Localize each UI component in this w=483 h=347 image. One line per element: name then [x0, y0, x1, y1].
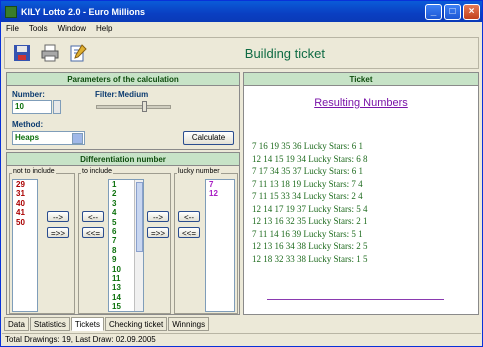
- add-lucky-all-button[interactable]: =>>: [147, 227, 169, 238]
- move-right-button[interactable]: -->: [47, 211, 69, 222]
- number-input[interactable]: 10: [12, 100, 52, 114]
- tab-winnings[interactable]: Winnings: [168, 317, 210, 331]
- to-include-list[interactable]: 1 2 3 4 5 6 7 8 9 10 11 13 14 15 16 17: [108, 179, 144, 312]
- close-button[interactable]: ×: [463, 3, 480, 20]
- menu-bar: File Tools Window Help: [1, 22, 482, 35]
- page-heading: Building ticket: [244, 45, 325, 61]
- method-value: Heaps: [15, 133, 40, 142]
- result-line: 12 13 16 32 35 Lucky Stars: 2 1: [252, 216, 368, 226]
- menu-window[interactable]: Window: [58, 24, 86, 33]
- tab-statistics[interactable]: Statistics: [29, 317, 70, 331]
- tab-tickets[interactable]: Tickets: [70, 317, 104, 331]
- to-include-group: to include <-- <<= 1 2 3 4 5 6 7 8 9 10 …: [78, 168, 171, 314]
- list-item[interactable]: 41: [16, 208, 37, 217]
- number-spinner[interactable]: [53, 100, 61, 114]
- list-item[interactable]: 50: [16, 218, 37, 227]
- window-title: KILY Lotto 2.0 - Euro Millions: [21, 6, 146, 17]
- list-item[interactable]: 29: [16, 180, 37, 189]
- move-left-button[interactable]: <--: [82, 211, 104, 222]
- number-label: Number:: [12, 90, 45, 99]
- add-lucky-button[interactable]: -->: [147, 211, 169, 222]
- status-bar: Total Drawings: 19, Last Draw: 02.09.200…: [2, 333, 481, 346]
- list-item[interactable]: 7: [209, 180, 234, 189]
- result-divider: [267, 299, 444, 300]
- minimize-button[interactable]: _: [425, 3, 442, 20]
- result-line: 12 14 17 19 37 Lucky Stars: 5 4: [252, 203, 368, 214]
- to-include-scrollbar[interactable]: [134, 180, 143, 311]
- move-left-all-button[interactable]: <<=: [82, 227, 104, 238]
- result-line: 12 14 15 19 34 Lucky Stars: 6 8: [252, 153, 368, 164]
- lucky-list[interactable]: 7 12: [205, 179, 235, 312]
- menu-file[interactable]: File: [6, 24, 19, 33]
- result-line: 7 11 14 16 39 Lucky Stars: 5 1: [252, 228, 363, 239]
- remove-lucky-button[interactable]: <--: [178, 211, 200, 222]
- method-select[interactable]: Heaps: [12, 131, 85, 145]
- app-window: KILY Lotto 2.0 - Euro Millions _ □ × Fil…: [0, 0, 483, 347]
- maximize-button[interactable]: □: [444, 3, 461, 20]
- result-line: 12 13 16 34 38 Lucky Stars: 2 5: [252, 241, 368, 251]
- parameters-panel: Parameters of the calculation Number: 10…: [6, 72, 240, 150]
- not-include-list[interactable]: 29 31 40 41 50: [12, 179, 38, 312]
- lucky-label: lucky number: [177, 168, 221, 175]
- filter-value: Medium: [118, 90, 149, 99]
- print-icon[interactable]: [39, 42, 61, 64]
- list-item[interactable]: 40: [16, 199, 37, 208]
- title-bar[interactable]: KILY Lotto 2.0 - Euro Millions _ □ ×: [1, 1, 482, 22]
- differentiation-title: Differentiation number: [7, 153, 239, 166]
- parameters-title: Parameters of the calculation: [7, 73, 239, 86]
- move-right-all-button[interactable]: =>>: [47, 227, 69, 238]
- tab-bar: Data Statistics Tickets Checking ticket …: [4, 317, 210, 331]
- filter-slider-track[interactable]: [96, 105, 171, 109]
- lucky-group: lucky number <-- <<= 7 12: [174, 168, 238, 314]
- list-item[interactable]: 12: [209, 189, 234, 198]
- tab-checking-ticket[interactable]: Checking ticket: [104, 317, 168, 331]
- edit-icon[interactable]: [67, 42, 89, 64]
- not-include-group: not to include 29 31 40 41 50 --> =>>: [9, 168, 75, 314]
- method-label: Method:: [12, 120, 44, 129]
- result-line: 12 18 32 33 38 Lucky Stars: 1 5: [252, 253, 368, 264]
- tab-data[interactable]: Data: [4, 317, 29, 331]
- remove-lucky-all-button[interactable]: <<=: [178, 227, 200, 238]
- result-line: 7 11 13 18 19 Lucky Stars: 7 4: [252, 178, 363, 189]
- toolbar: Building ticket: [4, 37, 479, 69]
- app-icon: [5, 5, 17, 18]
- chevron-down-icon[interactable]: [72, 133, 83, 144]
- ticket-panel: Ticket Resulting Numbers 7 16 19 35 36 L…: [243, 72, 479, 315]
- menu-help[interactable]: Help: [96, 24, 112, 33]
- differentiation-panel: Differentiation number not to include 29…: [6, 152, 240, 315]
- to-include-label: to include: [81, 168, 113, 175]
- result-lines: 7 16 19 35 36 Lucky Stars: 6 1 12 14 15 …: [252, 140, 368, 265]
- menu-tools[interactable]: Tools: [29, 24, 48, 33]
- result-line: 7 16 19 35 36 Lucky Stars: 6 1: [252, 141, 363, 151]
- result-title: Resulting Numbers: [314, 97, 408, 109]
- scrollbar-thumb[interactable]: [136, 182, 143, 252]
- calculate-button[interactable]: Calculate: [183, 131, 234, 145]
- ticket-title: Ticket: [244, 73, 478, 86]
- not-include-label: not to include: [12, 168, 56, 175]
- list-item[interactable]: 31: [16, 189, 37, 198]
- filter-label: Filter:: [95, 90, 118, 99]
- result-line: 7 11 15 33 34 Lucky Stars: 2 4: [252, 191, 363, 201]
- result-line: 7 17 34 35 37 Lucky Stars: 6 1: [252, 166, 363, 176]
- filter-slider-thumb[interactable]: [142, 101, 147, 112]
- save-icon[interactable]: [11, 42, 33, 64]
